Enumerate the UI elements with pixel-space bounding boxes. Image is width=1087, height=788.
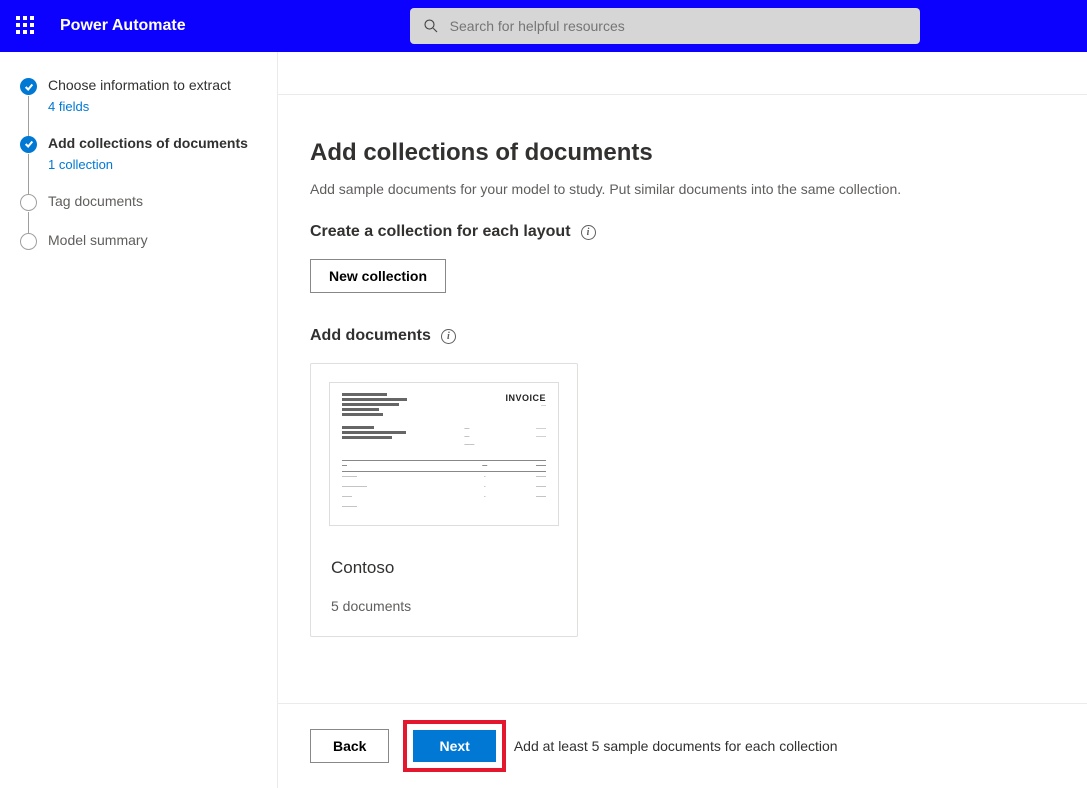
main-panel: Add collections of documents Add sample …: [278, 52, 1087, 788]
step-add-collections[interactable]: Add collections of documents 1 collectio…: [20, 134, 261, 192]
section-add-label: Add documents: [310, 327, 431, 345]
check-icon: [20, 136, 37, 153]
section-layout-heading: Create a collection for each layout i: [310, 223, 1038, 241]
page-description: Add sample documents for your model to s…: [310, 181, 1038, 197]
step-title: Choose information to extract: [48, 76, 261, 95]
wizard-sidebar: Choose information to extract 4 fields A…: [0, 52, 278, 788]
collection-name: Contoso: [331, 558, 557, 578]
app-launcher-icon[interactable]: [16, 16, 36, 36]
wizard-footer: Back Next Add at least 5 sample document…: [278, 703, 1087, 788]
step-sub[interactable]: 4 fields: [48, 99, 261, 114]
section-add-heading: Add documents i: [310, 327, 1038, 345]
invoice-label: INVOICE: [505, 393, 546, 403]
step-tag-documents[interactable]: Tag documents: [20, 192, 261, 231]
collection-card[interactable]: INVOICE — ——— ——— ——: [310, 363, 578, 637]
invoice-preview: INVOICE — ——— ——— ——: [329, 382, 559, 526]
section-layout-label: Create a collection for each layout: [310, 223, 571, 241]
new-collection-button[interactable]: New collection: [310, 259, 446, 293]
page-title: Add collections of documents: [310, 139, 1038, 167]
step-title: Model summary: [48, 231, 261, 250]
info-icon[interactable]: i: [441, 329, 456, 344]
brand-title: Power Automate: [60, 17, 186, 35]
next-button[interactable]: Next: [413, 730, 495, 762]
step-sub[interactable]: 1 collection: [48, 157, 261, 172]
check-icon: [20, 78, 37, 95]
search-icon: [422, 17, 440, 35]
next-highlight-box: Next: [403, 720, 505, 772]
step-choose-information[interactable]: Choose information to extract 4 fields: [20, 76, 261, 134]
step-model-summary[interactable]: Model summary: [20, 231, 261, 250]
info-icon[interactable]: i: [581, 225, 596, 240]
app-header: Power Automate: [0, 0, 1087, 52]
search-box[interactable]: [410, 8, 920, 44]
back-button[interactable]: Back: [310, 729, 389, 763]
footer-note: Add at least 5 sample documents for each…: [514, 738, 838, 754]
circle-icon: [20, 233, 37, 250]
step-title: Tag documents: [48, 192, 261, 211]
step-title: Add collections of documents: [48, 134, 261, 153]
collection-count: 5 documents: [331, 598, 557, 614]
circle-icon: [20, 194, 37, 211]
collection-thumbnail: INVOICE — ——— ——— ——: [311, 364, 577, 544]
search-input[interactable]: [450, 18, 908, 34]
